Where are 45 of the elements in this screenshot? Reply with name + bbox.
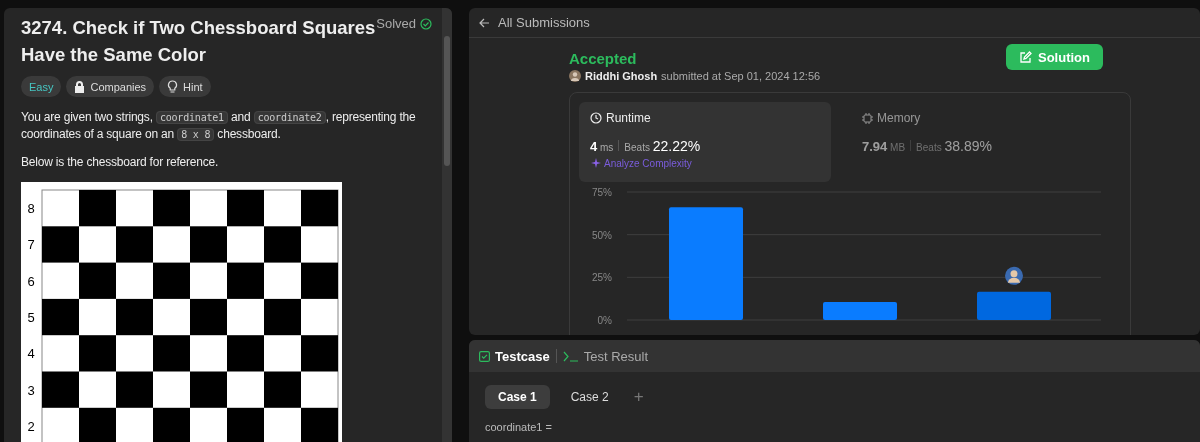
y-tick-label: 75% [592, 187, 612, 198]
lock-icon [74, 80, 86, 93]
y-tick-label: 25% [592, 272, 612, 284]
check-circle-icon [420, 17, 432, 30]
companies-tag[interactable]: Companies [66, 76, 155, 97]
beats-value: Beats 38.89% [916, 138, 992, 154]
user-name[interactable]: Riddhi Ghosh [585, 70, 658, 82]
rank-label: 7 [27, 237, 35, 253]
checkbox-icon [479, 350, 490, 362]
rank-label: 3 [27, 382, 35, 398]
metric-tab[interactable]: Runtime 4 ms Beats 22.22% Analyze Complexity [579, 102, 831, 182]
lightbulb-icon [167, 80, 179, 93]
metric-value: 4 ms [590, 139, 614, 154]
avatar-marker-icon [1005, 266, 1023, 285]
rank-label: 2 [27, 418, 35, 434]
panel-tab[interactable]: Test Result [562, 348, 648, 364]
avatar-icon [569, 70, 581, 82]
chip-icon [862, 112, 873, 124]
metric-tab[interactable]: Memory 7.94 MB Beats 38.89% [851, 102, 1121, 182]
metric-value: 7.94 MB [862, 139, 906, 154]
solved-status: Solved [376, 16, 432, 31]
y-tick-label: 50% [592, 229, 612, 241]
verdict-text: Accepted [569, 50, 638, 67]
hint-tag[interactable]: Hint [159, 76, 211, 97]
case-tab[interactable]: Case 1 [485, 385, 550, 409]
submitted-time: submitted at Sep 01, 2024 12:56 [661, 70, 821, 82]
description-text: Below is the chessboard for reference. [21, 154, 220, 171]
rank-label: 4 [27, 346, 35, 362]
y-tick-label: 0% [597, 315, 612, 326]
problem-title: 3274. Check if Two Chessboard Squares Have the Same Color [21, 16, 377, 67]
panel-tab[interactable]: Testcase [479, 348, 550, 364]
beats-value: Beats 22.22% [624, 138, 701, 154]
sparkle-icon [590, 158, 601, 169]
back-link[interactable]: All Submissions [479, 15, 590, 30]
difficulty-tag[interactable]: Easy [21, 76, 62, 97]
description-text: You are given two strings, coordinate1 and coordinate2 , representing the coordinates of a square on an 8 x 8 chessboard. [21, 109, 417, 143]
rank-label: 8 [27, 201, 35, 216]
rank-label: 6 [27, 273, 35, 289]
parameter-label: coordinate1 = [484, 420, 553, 433]
rank-label: 5 [27, 309, 35, 325]
terminal-icon [562, 350, 579, 362]
edit-icon [1019, 50, 1032, 64]
clock-icon [590, 112, 602, 124]
arrow-left-icon [479, 17, 490, 28]
case-tab[interactable]: Case 2 [557, 385, 622, 409]
